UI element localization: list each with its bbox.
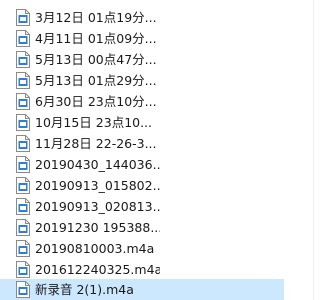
file-item[interactable]: 20191230 195388.... [0, 217, 160, 238]
audio-file-icon [16, 240, 30, 257]
file-name: 4月11日 01点09分... [35, 31, 157, 46]
file-name: 3月12日 01点19分... [35, 10, 157, 25]
audio-file-icon [16, 30, 30, 47]
audio-file-icon [16, 198, 30, 215]
file-list: 3月12日 01点19分... 4月11日 01点09分... 5月13日 00… [0, 0, 300, 300]
file-name: 20191230 195388.... [35, 220, 160, 235]
file-item[interactable]: 20190913_015802.... [0, 175, 160, 196]
file-name: 10月15日 23点10... [35, 115, 153, 130]
file-item[interactable]: 11月28日 22-26-3... [0, 133, 160, 154]
file-item[interactable]: 5月13日 00点47分... [0, 49, 160, 70]
audio-file-icon [16, 261, 30, 278]
audio-file-icon [16, 219, 30, 236]
file-name: 20190913_020813.... [35, 199, 160, 214]
audio-file-icon [16, 114, 30, 131]
file-name: 201612240325.m4a [35, 262, 160, 277]
file-name: 20190913_015802.... [35, 178, 160, 193]
pane-divider [313, 0, 314, 300]
file-item[interactable]: 3月12日 01点19分... [0, 7, 160, 28]
audio-file-icon [16, 281, 30, 298]
file-item[interactable]: 6月30日 23点10分... [0, 91, 160, 112]
file-name: 20190430_144036.... [35, 157, 160, 172]
audio-file-icon [16, 135, 30, 152]
audio-file-icon [16, 51, 30, 68]
audio-file-icon [16, 156, 30, 173]
file-name: 5月13日 00点47分... [35, 52, 157, 67]
file-item[interactable]: 20190810003.m4a [0, 238, 160, 259]
file-name: 新录音 2(1).m4a [35, 282, 134, 297]
file-item[interactable]: 20190913_020813.... [0, 196, 160, 217]
file-item[interactable]: 20190430_144036.... [0, 154, 160, 175]
file-name: 11月28日 22-26-3... [35, 136, 157, 151]
audio-file-icon [16, 72, 30, 89]
file-item[interactable]: 4月11日 01点09分... [0, 28, 160, 49]
audio-file-icon [16, 177, 30, 194]
file-item[interactable]: 201612240325.m4a [0, 259, 160, 280]
file-item[interactable]: 5月13日 01点29分... [0, 70, 160, 91]
file-name: 5月13日 01点29分... [35, 73, 157, 88]
file-item-selected[interactable]: 新录音 2(1).m4a [0, 279, 284, 300]
file-item[interactable]: 10月15日 23点10... [0, 112, 160, 133]
file-name: 20190810003.m4a [35, 241, 155, 256]
file-name: 6月30日 23点10分... [35, 94, 157, 109]
audio-file-icon [16, 93, 30, 110]
audio-file-icon [16, 9, 30, 26]
